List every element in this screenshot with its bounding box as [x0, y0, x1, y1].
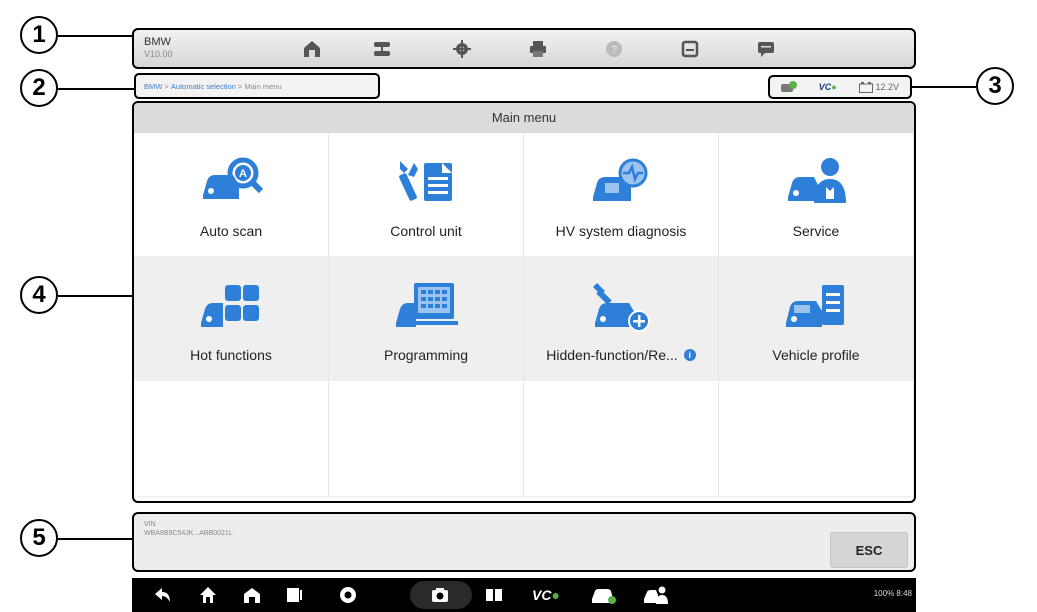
vci-label: VC [532, 587, 552, 603]
browser-icon[interactable] [338, 585, 358, 605]
tile-label: Vehicle profile [772, 347, 860, 363]
programming-icon [396, 283, 458, 327]
hot-functions-icon [201, 285, 259, 327]
service-icon [788, 158, 846, 203]
tile-control-unit[interactable]: Control unit [329, 133, 524, 257]
software-version: V10.00 [144, 49, 173, 59]
settings-icon[interactable] [452, 39, 472, 59]
vehicle-message: VIN WBA8B9C54JK...ABB0021L [144, 520, 233, 538]
auto-scan-icon: A [203, 157, 263, 199]
callout-3: 3 [976, 67, 1014, 105]
control-unit-icon [399, 161, 452, 201]
data-logging-icon[interactable] [756, 39, 776, 59]
tile-auto-scan[interactable]: A Auto scan [134, 133, 329, 257]
tile-hv-system-diagnosis[interactable]: HV system diagnosis [524, 133, 719, 257]
tile-service[interactable]: Service [719, 133, 914, 257]
recent-apps-icon[interactable] [284, 585, 304, 605]
breadcrumb: BMW > Automatic selection > Main menu [134, 73, 380, 99]
hv-system-icon [593, 158, 648, 201]
tile-vehicle-profile[interactable]: Vehicle profile [719, 257, 914, 381]
vehicle-swap-icon[interactable] [372, 39, 392, 59]
callout-2-label: 2 [32, 74, 46, 101]
callout-1-leader [58, 35, 132, 37]
message-line-1: VIN [144, 521, 156, 528]
breadcrumb-step[interactable]: Automatic selection [171, 82, 236, 91]
tile-label: Hot functions [190, 347, 272, 363]
system-tray: 100% 8:48 [874, 589, 912, 598]
battery-icon [858, 81, 873, 93]
home-icon[interactable] [302, 39, 322, 59]
print-icon[interactable] [528, 39, 548, 59]
callout-2-leader [58, 88, 134, 90]
tile-label: Control unit [390, 223, 462, 239]
maxisys-home-icon[interactable] [242, 585, 262, 605]
tile-label-text: Hidden-function/Re... [546, 347, 678, 363]
callout-1-label: 1 [32, 21, 46, 48]
breadcrumb-current: Main menu [244, 81, 282, 91]
callout-3-leader [912, 86, 976, 88]
help-icon[interactable]: ? [604, 39, 624, 59]
callout-1: 1 [20, 16, 58, 54]
voltage-value: 12.2V [875, 82, 900, 92]
empty-tile [134, 381, 329, 497]
esc-button[interactable]: ESC [830, 532, 908, 568]
panel-title: Main menu [134, 103, 914, 133]
empty-tile [329, 381, 524, 497]
vehicle-connect-icon[interactable] [590, 585, 616, 605]
tile-label: Programming [383, 347, 469, 363]
message-bar: VIN WBA8B9C54JK...ABB0021L ESC [132, 512, 916, 572]
callout-4: 4 [20, 276, 58, 314]
status-bar: VC● 12.2V [768, 75, 912, 99]
callout-4-label: 4 [32, 281, 46, 308]
svg-text:?: ? [611, 44, 617, 56]
callout-4-leader [58, 295, 132, 297]
empty-tile [719, 381, 914, 497]
battery-voltage: 12.2V [858, 81, 900, 93]
tile-label: Service [792, 223, 840, 239]
function-grid: A Auto scan Control unit HV system diagn… [134, 133, 914, 497]
breadcrumb-make[interactable]: BMW [144, 82, 162, 91]
vehicle-profile-icon [786, 285, 844, 327]
tile-label: Auto scan [199, 223, 263, 239]
back-icon[interactable] [152, 585, 172, 605]
vci-status: VC● [818, 82, 837, 92]
callout-2: 2 [20, 69, 58, 107]
main-panel: Main menu A Auto scan Control unit HV sy… [132, 101, 916, 503]
network-status-icon [780, 81, 797, 92]
screen-mirror-icon[interactable] [484, 585, 504, 605]
tile-hidden-function[interactable]: Hidden-function/Re... i [524, 257, 719, 381]
vehicle-make: BMW [144, 36, 171, 48]
remote-support-icon[interactable] [642, 585, 668, 605]
camera-icon[interactable] [430, 585, 450, 605]
vci-manager-icon[interactable]: VC● [532, 585, 562, 605]
callout-5-leader [58, 538, 132, 540]
top-toolbar: BMW V10.00 ? [132, 28, 916, 69]
hidden-function-icon [593, 283, 650, 332]
battery-clock: 100% 8:48 [873, 589, 912, 598]
tile-label: HV system diagnosis [555, 223, 687, 239]
breadcrumb-separator: > [162, 81, 171, 91]
vehicle-info: BMW V10.00 [144, 36, 173, 60]
callout-3-label: 3 [988, 72, 1002, 99]
info-icon[interactable]: i [683, 349, 696, 361]
empty-tile [524, 381, 719, 497]
home-icon[interactable] [198, 585, 218, 605]
callout-5: 5 [20, 519, 58, 557]
svg-text:A: A [239, 168, 247, 180]
message-line-2: WBA8B9C54JK...ABB0021L [144, 530, 233, 537]
breadcrumb-separator: > [235, 81, 245, 91]
save-icon[interactable] [680, 39, 700, 59]
tile-label: Hidden-function/Re... i [546, 347, 696, 363]
tile-programming[interactable]: Programming [329, 257, 524, 381]
callout-5-label: 5 [32, 524, 46, 551]
system-navigation-bar: VC● 100% 8:48 [132, 578, 916, 612]
vci-label: VC [818, 82, 832, 92]
tile-hot-functions[interactable]: Hot functions [134, 257, 329, 381]
